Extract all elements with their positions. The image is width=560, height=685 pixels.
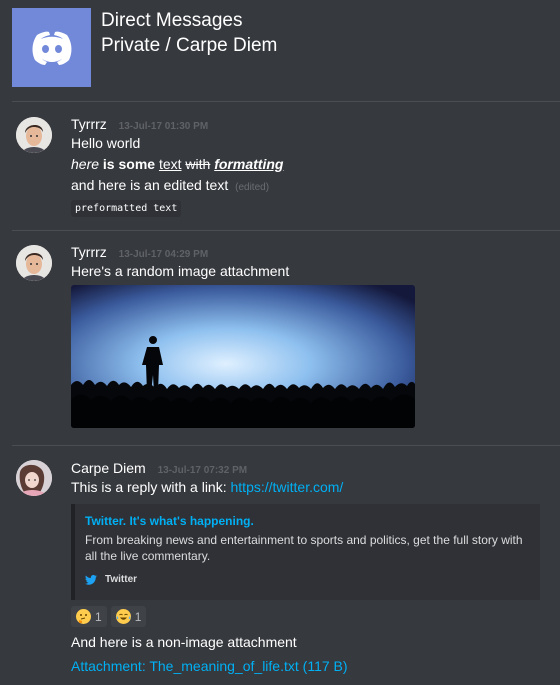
divider — [12, 101, 560, 102]
divider — [12, 230, 560, 231]
joy-face-icon — [115, 609, 131, 624]
message-text: This is a reply with a link: https://twi… — [71, 477, 551, 498]
embed-description: From breaking news and entertainment to … — [85, 533, 523, 563]
message-author[interactable]: Tyrrrz — [71, 116, 107, 132]
message-link[interactable]: https://twitter.com/ — [231, 479, 344, 495]
underlined-text: text — [158, 156, 182, 172]
message-text: Here's a random image attachment — [71, 263, 290, 279]
file-attachment-link[interactable]: Attachment: The_meaning_of_life.txt (117… — [71, 658, 348, 674]
message-timestamp: 13-Jul-17 01:30 PM — [118, 121, 209, 132]
edited-message-text: and here is an edited text — [71, 177, 229, 193]
edited-tag: (edited) — [235, 182, 270, 193]
reactions: 1 1 — [71, 606, 551, 627]
discord-logo-icon — [12, 8, 91, 87]
avatar[interactable] — [16, 117, 52, 153]
combined-format-text: formatting — [214, 156, 284, 172]
embed-title[interactable]: Twitter. It's what's happening. — [85, 513, 530, 529]
reaction[interactable]: 1 — [110, 606, 147, 627]
italic-text: here — [71, 156, 100, 172]
avatar[interactable] — [16, 245, 52, 281]
embed-footer: Twitter — [85, 574, 530, 585]
reaction-count: 1 — [95, 609, 102, 624]
message-text: Hello world — [71, 135, 141, 151]
embed-footer-text: Twitter — [105, 574, 138, 585]
message-timestamp: 13-Jul-17 07:32 PM — [157, 465, 248, 476]
message-timestamp: 13-Jul-17 04:29 PM — [118, 249, 209, 260]
message-text-prefix: This is a reply with a link: — [71, 479, 227, 495]
image-attachment[interactable] — [71, 285, 415, 428]
channel-header: Direct Messages Private / Carpe Diem — [12, 8, 552, 88]
divider — [12, 445, 560, 446]
message-text: And here is a non-image attachment — [71, 634, 297, 650]
preformatted-code: preformatted text — [71, 200, 182, 217]
bold-text: is some — [102, 156, 156, 172]
avatar[interactable] — [16, 460, 52, 496]
twitter-bird-icon — [85, 574, 97, 585]
reaction[interactable]: 1 — [71, 606, 107, 627]
message-edited: and here is an edited text (edited) — [71, 175, 551, 198]
message-author[interactable]: Tyrrrz — [71, 244, 107, 260]
strikethrough-text: with — [185, 156, 211, 172]
message-formatted-text: here is some text with formatting — [71, 154, 551, 175]
channel-name: Private / Carpe Diem — [101, 35, 278, 56]
guild-name: Direct Messages — [101, 10, 243, 31]
link-embed: Twitter. It's what's happening. From bre… — [71, 504, 540, 600]
reaction-count: 1 — [134, 609, 142, 624]
thinking-face-icon — [76, 609, 91, 624]
message-author[interactable]: Carpe Diem — [71, 460, 146, 476]
